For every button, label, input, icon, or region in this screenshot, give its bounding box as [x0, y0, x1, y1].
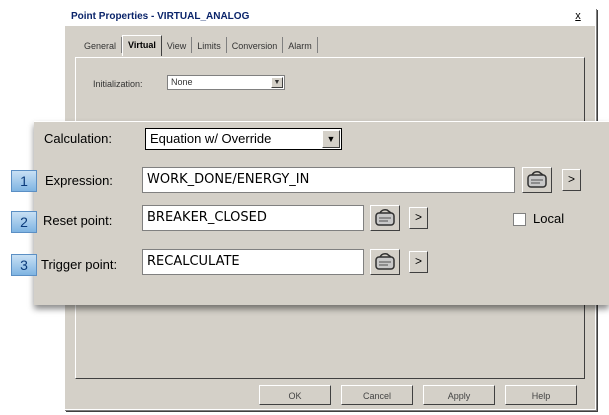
initialization-label: Initialization:	[93, 79, 143, 89]
local-checkbox[interactable]	[513, 213, 526, 226]
chevron-down-icon[interactable]: ▼	[271, 77, 283, 88]
local-label: Local	[533, 211, 565, 226]
trigger-browser-button[interactable]	[370, 249, 400, 275]
calculation-label: Calculation:	[44, 131, 112, 146]
ok-button[interactable]: OK	[259, 385, 331, 405]
point-browser-icon	[375, 209, 395, 226]
tab-virtual[interactable]: Virtual	[122, 35, 162, 56]
close-button[interactable]: x	[571, 10, 585, 23]
cancel-button[interactable]: Cancel	[341, 385, 413, 405]
tab-conversion[interactable]: Conversion	[227, 37, 284, 53]
reset-arrow-button[interactable]: >	[409, 207, 428, 229]
point-browser-icon	[375, 253, 395, 270]
trigger-point-field[interactable]: RECALCULATE	[142, 249, 364, 275]
initialization-value: None	[171, 77, 193, 87]
calculation-select[interactable]: Equation w/ Override ▼	[145, 128, 342, 150]
title-bar: Point Properties - VIRTUAL_ANALOG x	[65, 9, 595, 26]
badge-2: 2	[11, 211, 37, 233]
initialization-select[interactable]: None ▼	[167, 75, 285, 90]
point-browser-icon	[527, 171, 547, 188]
apply-button[interactable]: Apply	[423, 385, 495, 405]
reset-browser-button[interactable]	[370, 205, 400, 231]
expression-field[interactable]: WORK_DONE/ENERGY_IN	[142, 167, 515, 193]
point-browser-button[interactable]	[522, 167, 552, 193]
tab-general[interactable]: General	[79, 37, 123, 53]
calculation-value: Equation w/ Override	[150, 131, 272, 146]
dialog-title: Point Properties - VIRTUAL_ANALOG	[71, 11, 250, 22]
badge-3: 3	[11, 254, 37, 276]
help-button[interactable]: Help	[505, 385, 577, 405]
chevron-down-icon[interactable]: ▼	[322, 130, 340, 148]
tab-view[interactable]: View	[162, 37, 193, 53]
expression-arrow-button[interactable]: >	[562, 169, 581, 191]
reset-point-label: Reset point:	[43, 213, 113, 228]
tab-alarm[interactable]: Alarm	[283, 37, 318, 53]
reset-point-field[interactable]: BREAKER_CLOSED	[142, 205, 364, 231]
trigger-point-label: Trigger point:	[41, 257, 118, 272]
tab-limits[interactable]: Limits	[192, 37, 227, 53]
badge-1: 1	[11, 170, 37, 192]
trigger-arrow-button[interactable]: >	[409, 251, 428, 273]
expression-label: Expression:	[45, 173, 113, 188]
tab-strip: General Virtual View Limits Conversion A…	[79, 35, 318, 57]
